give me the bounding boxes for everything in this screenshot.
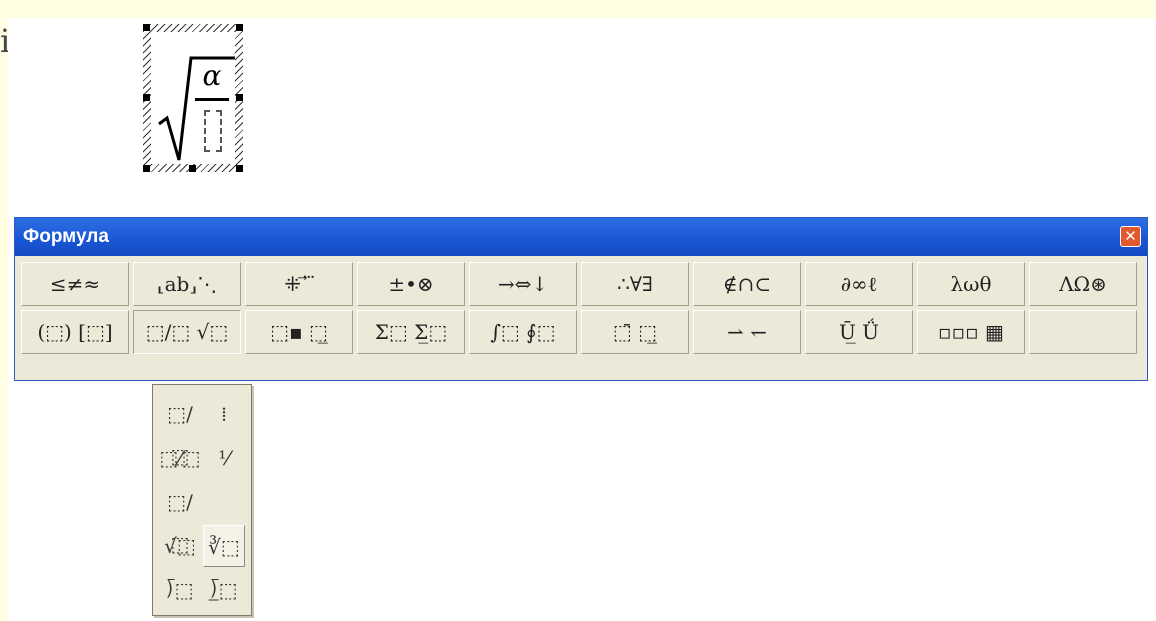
subscript-superscript-palette-button[interactable]: ⬚▪ ⬚̲ xyxy=(245,310,353,354)
long-division-template[interactable]: ⟌⬚ xyxy=(159,569,201,611)
full-size-vertical-fraction-template[interactable]: ⬚/⬚ xyxy=(159,393,201,468)
greek-lowercase-palette-button[interactable]: λωθ xyxy=(917,262,1025,306)
resize-handle-bottom-right[interactable] xyxy=(236,165,243,172)
toolbar-titlebar[interactable]: Формула ✕ xyxy=(15,218,1147,256)
misc-symbols-palette-button[interactable]: ∂∞ℓ xyxy=(805,262,913,306)
close-icon: ✕ xyxy=(1124,227,1137,245)
integrals-palette-button[interactable]: ∫⬚ ∮⬚ xyxy=(469,310,577,354)
spaces-ellipses-palette-button[interactable]: ⸤ab⸥⋱ xyxy=(133,262,241,306)
resize-handle-bottom[interactable] xyxy=(189,165,196,172)
nth-root-template[interactable]: ∛⬚ xyxy=(203,525,245,567)
resize-handle-right[interactable] xyxy=(236,94,243,101)
document-edge-text: i xyxy=(0,22,8,60)
set-theory-palette-button[interactable]: ∉∩⊂ xyxy=(693,262,801,306)
resize-handle-top-left[interactable] xyxy=(143,24,150,31)
resize-handle-top-right[interactable] xyxy=(236,24,243,31)
long-division-with-quotient-template[interactable]: ⟌̲⬚ xyxy=(203,569,245,611)
fences-palette-button[interactable]: (⬚) [⬚] xyxy=(21,310,129,354)
square-root-template[interactable]: √⬚ xyxy=(159,525,201,567)
toolbar-row-symbols: ≤≠≈ ⸤ab⸥⋱ ⁜ ⃗ ⃛ ±•⊗ →⇔↓ ∴∀∃ ∉∩⊂ ∂∞ℓ λωθ … xyxy=(21,262,1141,308)
resize-handle-bottom-left[interactable] xyxy=(143,165,150,172)
matrices-palette-button[interactable]: ▫▫▫ ▦ xyxy=(917,310,1025,354)
equation-object[interactable]: α xyxy=(143,24,243,172)
equation-numerator[interactable]: α xyxy=(195,60,229,92)
close-button[interactable]: ✕ xyxy=(1120,226,1141,247)
formula-toolbar-window: Формула ✕ ≤≠≈ ⸤ab⸥⋱ ⁜ ⃗ ⃛ ±•⊗ →⇔↓ ∴∀∃ ∉∩… xyxy=(14,217,1148,381)
labeled-arrows-palette-button[interactable]: ⇀ ↽ xyxy=(693,310,801,354)
empty-template-slot xyxy=(203,481,245,523)
resize-handle-left[interactable] xyxy=(143,94,150,101)
reduced-vertical-fraction-template[interactable]: ⁞ xyxy=(203,393,245,435)
toolbar-row-templates: (⬚) [⬚] ⬚/⬚ √⬚ ⬚▪ ⬚̲ Σ⬚ Σ̲⬚ ∫⬚ ∮⬚ ⬚̄ ⬚̲ … xyxy=(21,310,1141,356)
products-set-theory-palette-button[interactable]: Ū̲ Ǘ xyxy=(805,310,913,354)
summation-palette-button[interactable]: Σ⬚ Σ̲⬚ xyxy=(357,310,465,354)
relations-palette-button[interactable]: ≤≠≈ xyxy=(21,262,129,306)
fraction-bar xyxy=(195,98,229,101)
document-left-strip xyxy=(0,0,8,621)
arrows-palette-button[interactable]: →⇔↓ xyxy=(469,262,577,306)
under-overbar-palette-button[interactable]: ⬚̄ ⬚̲ xyxy=(581,310,689,354)
toolbar-title: Формула xyxy=(23,226,109,247)
reduced-slash-fraction-template[interactable]: ⅟ xyxy=(203,437,245,479)
equation-denominator-slot[interactable] xyxy=(204,110,222,152)
logical-symbols-palette-button[interactable]: ∴∀∃ xyxy=(581,262,689,306)
document-top-strip xyxy=(0,0,1156,18)
embellishments-palette-button[interactable]: ⁜ ⃗ ⃛ xyxy=(245,262,353,306)
fractions-radicals-palette-button[interactable]: ⬚/⬚ √⬚ xyxy=(133,310,241,354)
fractions-radicals-dropdown: ⬚/⬚ ⁞ ⬚⁄⬚ ⅟ ⬚/⬚ √⬚ ∛⬚ ⟌⬚ ⟌̲⬚ xyxy=(152,384,252,616)
greek-uppercase-palette-button[interactable]: ΛΩ⊛ xyxy=(1029,262,1137,306)
empty-palette-slot xyxy=(1029,310,1137,354)
operators-palette-button[interactable]: ±•⊗ xyxy=(357,262,465,306)
slash-fraction-template[interactable]: ⬚⁄⬚ xyxy=(159,437,201,479)
horizontal-fraction-template[interactable]: ⬚/⬚ xyxy=(159,481,201,556)
